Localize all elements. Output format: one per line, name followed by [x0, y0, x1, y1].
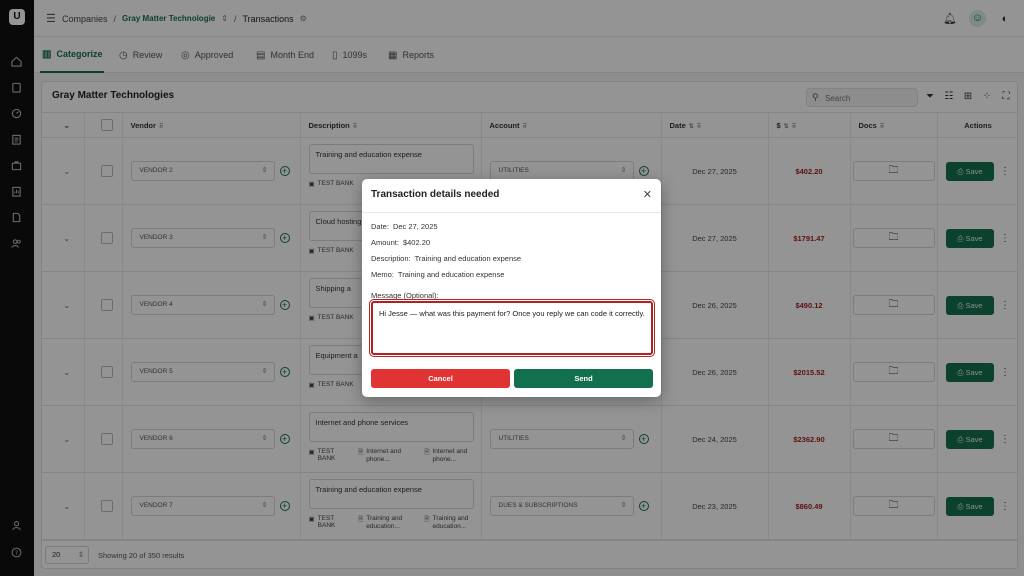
detail-label: Date: [371, 222, 389, 231]
cancel-button[interactable]: Cancel [371, 369, 510, 388]
transaction-details-modal: Transaction details needed ✕ Date: Dec 27… [362, 179, 661, 397]
message-label: Message (Optional): [371, 291, 439, 300]
send-button[interactable]: Send [514, 369, 653, 388]
detail-value: Training and education expense [397, 270, 505, 279]
modal-title: Transaction details needed [371, 189, 500, 200]
detail-label: Description: [371, 254, 411, 263]
detail-date: Date: Dec 27, 2025 [371, 222, 438, 231]
detail-label: Memo: [371, 270, 394, 279]
detail-value: Dec 27, 2025 [392, 222, 438, 231]
detail-value: $402.20 [402, 238, 431, 247]
message-textarea[interactable]: Hi Jesse — what was this payment for? On… [369, 299, 655, 357]
close-icon[interactable]: ✕ [643, 188, 652, 201]
detail-label: Amount: [371, 238, 399, 247]
detail-memo: Memo: Training and education expense [371, 270, 504, 279]
detail-value: Training and education expense [414, 254, 522, 263]
detail-description: Description: Training and education expen… [371, 254, 521, 263]
divider [362, 212, 661, 213]
detail-amount: Amount: $402.20 [371, 238, 430, 247]
